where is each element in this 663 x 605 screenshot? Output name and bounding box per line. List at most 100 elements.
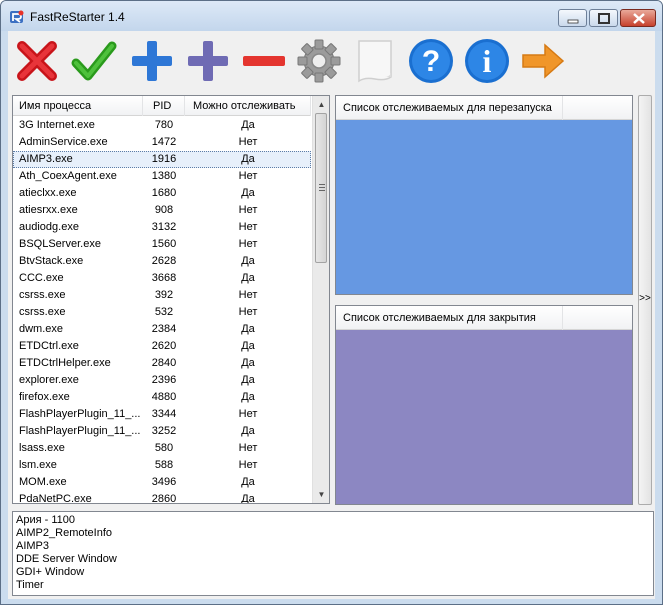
add-restart-button[interactable] xyxy=(128,37,176,85)
green-check-icon xyxy=(71,41,117,81)
table-row[interactable]: PdaNetPC.exe 2860 Да xyxy=(13,491,311,503)
table-row[interactable]: lsm.exe 588 Нет xyxy=(13,457,311,474)
minimize-button[interactable] xyxy=(558,9,587,27)
table-row[interactable]: BSQLServer.exe 1560 Нет xyxy=(13,236,311,253)
cell-pid: 2628 xyxy=(151,255,177,267)
table-row[interactable]: atieclxx.exe 1680 Да xyxy=(13,185,311,202)
table-row[interactable]: BtvStack.exe 2628 Да xyxy=(13,253,311,270)
process-list-header: Имя процесса PID Можно отслеживать xyxy=(13,96,311,116)
list-item[interactable]: AIMP2_RemoteInfo xyxy=(16,527,650,540)
cell-monitor: Нет xyxy=(238,221,258,233)
expand-button[interactable]: >> xyxy=(638,95,652,505)
cell-monitor: Да xyxy=(241,374,255,386)
table-row[interactable]: MOM.exe 3496 Да xyxy=(13,474,311,491)
cell-name: ETDCtrlHelper.exe xyxy=(19,357,111,369)
cell-monitor: Да xyxy=(241,476,255,488)
app-window: FastReStarter 1.4 ? i Имя процесса PID М… xyxy=(0,0,663,605)
close-list-column-header[interactable]: Список отслеживаемых для закрытия xyxy=(336,306,563,330)
cell-monitor: Да xyxy=(241,187,255,199)
app-icon xyxy=(10,10,24,23)
table-row[interactable]: ETDCtrl.exe 2620 Да xyxy=(13,338,311,355)
table-row[interactable]: lsass.exe 580 Нет xyxy=(13,440,311,457)
cell-pid: 3344 xyxy=(151,408,177,420)
restart-list[interactable]: Список отслеживаемых для перезапуска xyxy=(335,95,633,295)
cell-name: BtvStack.exe xyxy=(19,255,84,267)
cell-monitor: Нет xyxy=(238,238,258,250)
process-list[interactable]: Имя процесса PID Можно отслеживать 3G In… xyxy=(12,95,330,504)
svg-text:i: i xyxy=(483,43,492,79)
cell-pid: 1680 xyxy=(151,187,177,199)
cell-pid: 1916 xyxy=(151,153,177,165)
cell-name: csrss.exe xyxy=(19,306,66,318)
restart-list-body[interactable] xyxy=(336,120,632,294)
list-item[interactable]: AIMP3 xyxy=(16,540,650,553)
cell-monitor: Да xyxy=(241,493,255,503)
cell-pid: 588 xyxy=(154,459,174,471)
maximize-icon xyxy=(598,13,610,24)
maximize-button[interactable] xyxy=(589,9,618,27)
table-row[interactable]: FlashPlayerPlugin_11_... 3344 Нет xyxy=(13,406,311,423)
table-row[interactable]: FlashPlayerPlugin_11_... 3252 Да xyxy=(13,423,311,440)
help-button[interactable]: ? xyxy=(407,37,455,85)
list-item[interactable]: Ария - 1100 xyxy=(16,514,650,527)
exit-button[interactable] xyxy=(519,37,567,85)
cell-monitor: Да xyxy=(241,255,255,267)
table-row[interactable]: csrss.exe 392 Нет xyxy=(13,287,311,304)
restart-list-column-header[interactable]: Список отслеживаемых для перезапуска xyxy=(336,96,563,120)
process-rows: 3G Internet.exe 780 Да AdminService.exe 1472… xyxy=(13,117,311,503)
scroll-down-icon[interactable]: ▼ xyxy=(313,486,330,503)
cell-name: 3G Internet.exe xyxy=(19,119,95,131)
table-row[interactable]: Ath_CoexAgent.exe 1380 Нет xyxy=(13,168,311,185)
window-text-list[interactable]: Ария - 1100 AIMP2_RemoteInfo AIMP3 DDE Serv… xyxy=(12,511,654,596)
table-row[interactable]: AdminService.exe 1472 Нет xyxy=(13,134,311,151)
about-button[interactable]: i xyxy=(463,37,511,85)
cell-pid: 580 xyxy=(154,442,174,454)
table-row[interactable]: AIMP3.exe 1916 Да xyxy=(13,151,311,168)
cell-monitor: Нет xyxy=(238,306,258,318)
table-row[interactable]: audiodg.exe 3132 Нет xyxy=(13,219,311,236)
cell-monitor: Нет xyxy=(238,459,258,471)
column-header-name[interactable]: Имя процесса xyxy=(13,96,143,116)
log-button[interactable] xyxy=(351,37,399,85)
remove-button[interactable] xyxy=(240,37,288,85)
close-list[interactable]: Список отслеживаемых для закрытия xyxy=(335,305,633,505)
cell-name: FlashPlayerPlugin_11_... xyxy=(19,425,141,437)
table-row[interactable]: CCC.exe 3668 Да xyxy=(13,270,311,287)
scrollbar-thumb[interactable] xyxy=(315,113,327,263)
table-row[interactable]: dwm.exe 2384 Да xyxy=(13,321,311,338)
table-row[interactable]: firefox.exe 4880 Да xyxy=(13,389,311,406)
scroll-up-icon[interactable]: ▲ xyxy=(313,96,330,113)
cell-monitor: Да xyxy=(241,391,255,403)
title-bar[interactable]: FastReStarter 1.4 xyxy=(1,1,662,31)
column-header-pid[interactable]: PID xyxy=(143,96,185,116)
table-row[interactable]: explorer.exe 2396 Да xyxy=(13,372,311,389)
cell-name: Ath_CoexAgent.exe xyxy=(19,170,117,182)
column-header-monitor[interactable]: Можно отслеживать xyxy=(185,96,311,116)
process-list-scrollbar[interactable]: ▲ ▼ xyxy=(312,96,329,503)
cell-name: BSQLServer.exe xyxy=(19,238,101,250)
close-button[interactable] xyxy=(620,9,656,27)
cell-name: dwm.exe xyxy=(19,323,64,335)
info-icon: i xyxy=(465,39,509,83)
cell-monitor: Да xyxy=(241,153,255,165)
table-row[interactable]: ETDCtrlHelper.exe 2840 Да xyxy=(13,355,311,372)
stop-button[interactable] xyxy=(13,37,61,85)
settings-button[interactable] xyxy=(295,37,343,85)
cell-monitor: Да xyxy=(241,272,255,284)
close-list-body[interactable] xyxy=(336,330,632,504)
cell-monitor: Да xyxy=(241,340,255,352)
table-row[interactable]: csrss.exe 532 Нет xyxy=(13,304,311,321)
cell-pid: 392 xyxy=(154,289,174,301)
cell-pid: 3132 xyxy=(151,221,177,233)
table-row[interactable]: atiesrxx.exe 908 Нет xyxy=(13,202,311,219)
start-button[interactable] xyxy=(70,37,118,85)
cell-pid: 3252 xyxy=(151,425,177,437)
list-item[interactable]: Timer xyxy=(16,579,650,592)
list-item[interactable]: DDE Server Window xyxy=(16,553,650,566)
toolbar: ? i xyxy=(8,31,655,91)
list-item[interactable]: GDI+ Window xyxy=(16,566,650,579)
table-row[interactable]: 3G Internet.exe 780 Да xyxy=(13,117,311,134)
cell-pid: 2860 xyxy=(151,493,177,503)
add-close-button[interactable] xyxy=(184,37,232,85)
cell-pid: 3668 xyxy=(151,272,177,284)
